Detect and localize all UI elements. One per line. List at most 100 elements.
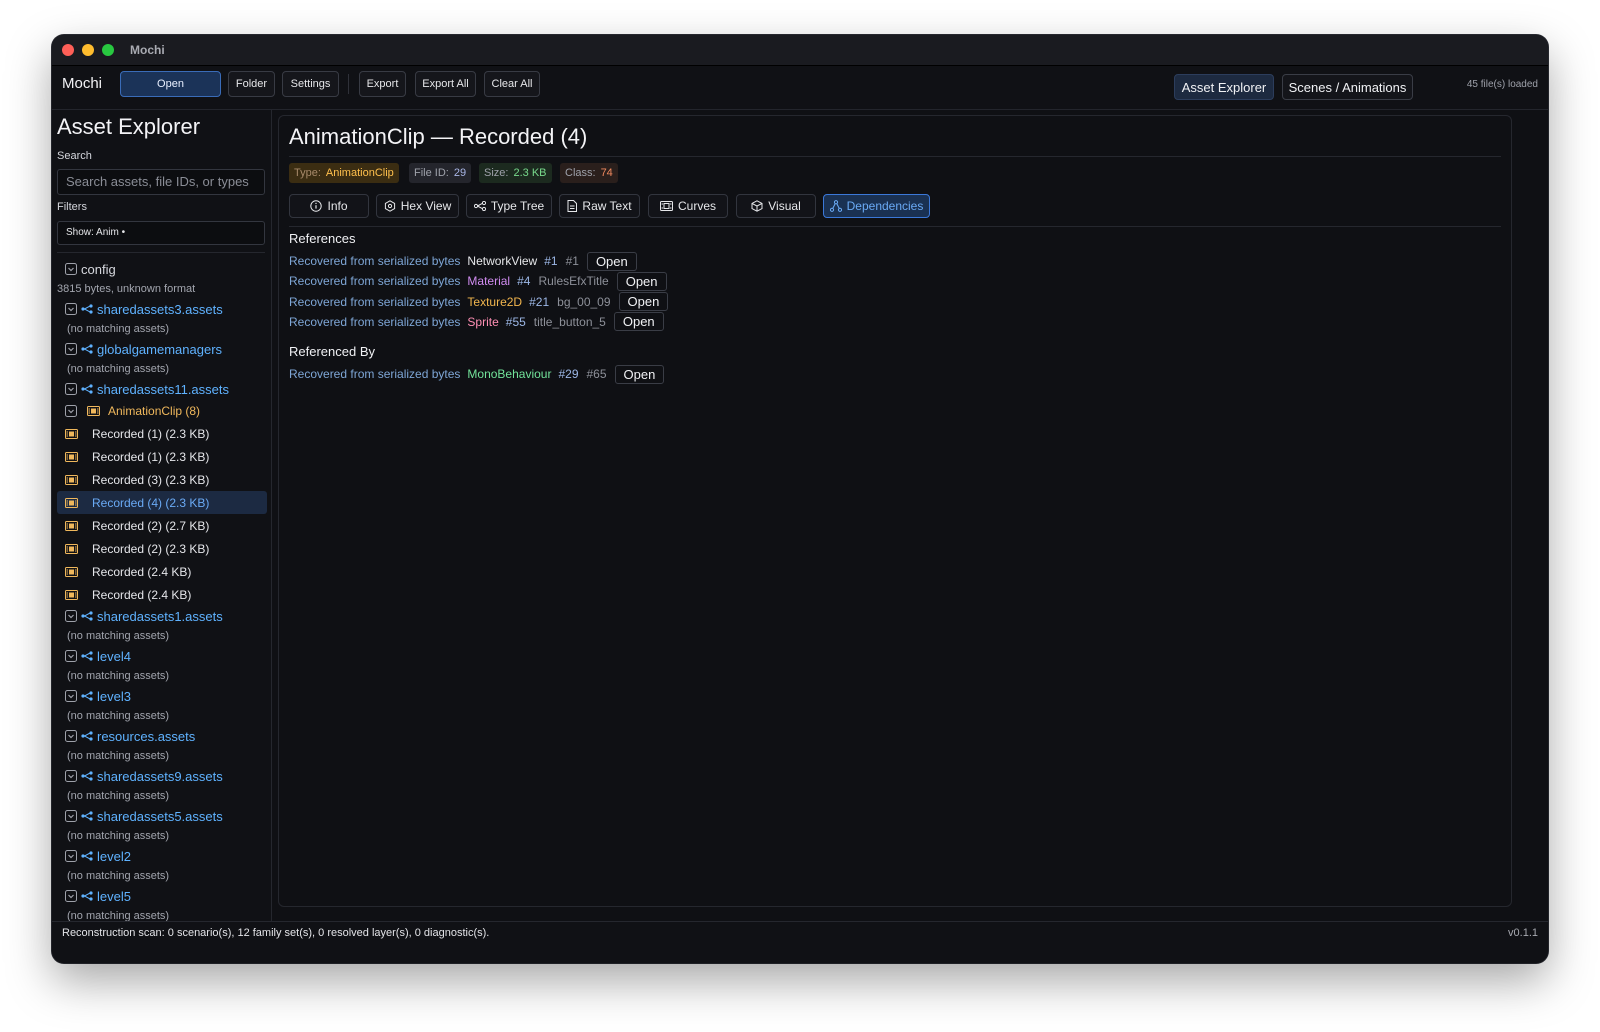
dependency-row: Recovered from serialized bytes MonoBehav… — [289, 364, 665, 384]
tree-file[interactable]: resources.assets — [57, 726, 267, 746]
animation-clip-icon — [65, 497, 78, 508]
tab-raw-text[interactable]: Raw Text — [559, 194, 640, 218]
open-dependency-button[interactable]: Open — [586, 251, 637, 271]
tree-file-label: sharedassets5.assets — [97, 808, 223, 824]
dependency-source: Recovered from serialized bytes — [289, 274, 461, 289]
tree-file[interactable]: sharedassets3.assets — [57, 299, 267, 319]
search-input[interactable]: Search assets, file IDs, or types — [57, 169, 265, 195]
tree-file[interactable]: level5 — [57, 886, 267, 906]
curves-icon — [659, 201, 673, 211]
tree-asset-item[interactable]: Recorded (2.4 KB) — [57, 583, 267, 606]
animation-clip-icon — [65, 543, 78, 554]
class-value: 74 — [600, 167, 613, 179]
dependency-path-id: #21 — [529, 294, 550, 309]
toolbar: Mochi Open Folder Settings Export Export… — [52, 66, 1548, 110]
tree-asset-item[interactable]: Recorded (3) (2.3 KB) — [57, 468, 267, 491]
collapse-icon[interactable] — [65, 890, 77, 902]
dependency-name: RulesEfxTitle — [538, 274, 609, 289]
collapse-icon[interactable] — [65, 610, 77, 622]
dependency-type[interactable]: Texture2D — [467, 295, 522, 309]
tree-group-animationclip[interactable]: AnimationClip (8) — [57, 399, 267, 422]
tree-file[interactable]: level2 — [57, 846, 267, 866]
collapse-icon[interactable] — [65, 404, 77, 417]
collapse-icon[interactable] — [65, 383, 77, 395]
dependency-row: Recovered from serialized bytes Material #… — [289, 271, 667, 291]
tab-visual[interactable]: Visual — [736, 194, 816, 218]
file-id-value: 29 — [453, 167, 467, 179]
animation-clip-icon — [65, 566, 78, 577]
minimize-window-button[interactable] — [82, 44, 94, 56]
clear-all-button[interactable]: Clear All — [484, 71, 540, 97]
tab-dependencies[interactable]: Dependencies — [823, 194, 930, 218]
collapse-icon[interactable] — [65, 343, 77, 355]
animation-clip-icon — [65, 451, 78, 462]
app-name: Mochi — [62, 75, 103, 92]
tree-asset-label: Recorded (3) (2.3 KB) — [92, 472, 210, 487]
settings-button[interactable]: Settings — [282, 71, 339, 97]
collapse-icon[interactable] — [65, 263, 77, 275]
tree-asset-item[interactable]: Recorded (2.4 KB) — [57, 560, 267, 583]
dependency-type[interactable]: Sprite — [467, 315, 498, 329]
tree-file[interactable]: sharedassets5.assets — [57, 806, 267, 826]
dependency-type[interactable]: NetworkView — [467, 254, 537, 268]
collapse-icon[interactable] — [65, 690, 77, 702]
asset-file-icon — [81, 851, 93, 861]
tree-file-note: (no matching assets) — [67, 790, 170, 802]
filters-label: Filters — [57, 201, 87, 213]
asset-file-icon — [81, 771, 93, 781]
collapse-icon[interactable] — [65, 650, 77, 662]
zoom-window-button[interactable] — [102, 44, 114, 56]
tree-file[interactable]: globalgamemanagers — [57, 339, 267, 359]
tab-curves[interactable]: Curves — [648, 194, 728, 218]
close-window-button[interactable] — [62, 44, 74, 56]
tree-asset-item[interactable]: Recorded (2) (2.7 KB) — [57, 514, 267, 537]
class-label: Class: — [565, 167, 596, 179]
tree-file[interactable]: level3 — [57, 686, 267, 706]
folder-button[interactable]: Folder — [228, 71, 275, 97]
tree-file[interactable]: sharedassets1.assets — [57, 606, 267, 626]
open-dependency-button[interactable]: Open — [618, 292, 669, 312]
animation-clip-icon — [65, 520, 78, 531]
tree-file-note: (no matching assets) — [67, 750, 170, 762]
dependency-source: Recovered from serialized bytes — [289, 367, 461, 381]
type-badge: Type: AnimationClip — [289, 163, 399, 183]
collapse-icon[interactable] — [65, 770, 77, 782]
export-all-button[interactable]: Export All — [415, 71, 476, 97]
open-dependency-button[interactable]: Open — [613, 312, 664, 332]
dependency-type[interactable]: MonoBehaviour — [467, 367, 551, 381]
tab-info[interactable]: Info — [289, 194, 369, 218]
open-dependency-button[interactable]: Open — [616, 271, 667, 291]
tree-file-label: sharedassets9.assets — [97, 768, 223, 784]
filter-select[interactable]: Show: Anim • — [57, 221, 265, 245]
tree-asset-item[interactable]: Recorded (2) (2.3 KB) — [57, 537, 267, 560]
collapse-icon[interactable] — [65, 810, 77, 822]
hex-icon — [384, 200, 395, 212]
collapse-icon[interactable] — [65, 303, 77, 315]
nav-scenes-animations[interactable]: Scenes / Animations — [1282, 74, 1413, 100]
tab-type-tree[interactable]: Type Tree — [466, 194, 552, 218]
tree-asset-item[interactable]: Recorded (1) (2.3 KB) — [57, 422, 267, 445]
open-button[interactable]: Open — [120, 71, 221, 97]
status-bar: Reconstruction scan: 0 scenario(s), 12 f… — [52, 921, 1548, 963]
export-button[interactable]: Export — [359, 71, 406, 97]
tree-file[interactable]: sharedassets9.assets — [57, 766, 267, 786]
tree-file-config[interactable]: config — [57, 259, 267, 279]
tab-curves-label: Curves — [677, 199, 716, 213]
open-dependency-button[interactable]: Open — [614, 364, 665, 384]
tab-raw-text-label: Raw Text — [582, 199, 632, 213]
tree-file[interactable]: level4 — [57, 646, 267, 666]
tree-asset-item[interactable]: Recorded (1) (2.3 KB) — [57, 445, 267, 468]
tree-file-expanded[interactable]: sharedassets11.assets — [57, 379, 267, 399]
animation-clip-icon — [65, 589, 78, 600]
dependency-type[interactable]: Material — [467, 274, 510, 288]
sidebar-title: Asset Explorer — [57, 114, 201, 139]
config-label: config — [81, 261, 116, 277]
tree-asset-item[interactable]: Recorded (4) (2.3 KB) — [57, 491, 267, 514]
tree-file-note: (no matching assets) — [67, 363, 170, 375]
asset-file-icon — [81, 731, 93, 741]
nav-asset-explorer[interactable]: Asset Explorer — [1174, 74, 1274, 100]
collapse-icon[interactable] — [65, 850, 77, 862]
tab-hex-view[interactable]: Hex View — [376, 194, 459, 218]
collapse-icon[interactable] — [65, 730, 77, 742]
sidebar: Asset Explorer Search Search assets, fil… — [52, 110, 272, 921]
